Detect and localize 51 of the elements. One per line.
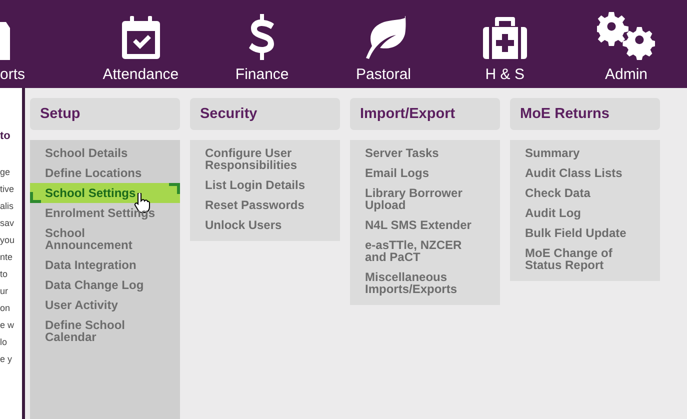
- nav-item[interactable]: H & S: [444, 0, 566, 88]
- nav-item[interactable]: Finance: [201, 0, 323, 88]
- page-text: sav: [0, 218, 14, 228]
- menu-item[interactable]: Audit Class Lists: [510, 163, 660, 183]
- menu-item[interactable]: Email Logs: [350, 163, 500, 183]
- menu-section-header: Import/Export: [350, 98, 500, 130]
- menu-item[interactable]: Miscellaneous Imports/Exports: [350, 267, 500, 299]
- menu-item[interactable]: Library Borrower Upload: [350, 183, 500, 215]
- nav-item[interactable]: orts: [0, 0, 26, 88]
- page-heading: to: [0, 130, 10, 142]
- page-text: you: [0, 235, 15, 245]
- menu-section-header: MoE Returns: [510, 98, 660, 130]
- menu-item[interactable]: School Details: [30, 143, 180, 163]
- calendar-icon: [120, 16, 161, 60]
- dollar-icon: [249, 14, 276, 60]
- menu-item[interactable]: Data Integration: [30, 255, 180, 275]
- menu-item[interactable]: Server Tasks: [350, 143, 500, 163]
- page-text: to: [0, 269, 8, 279]
- menu-item[interactable]: N4L SMS Extender: [350, 215, 500, 235]
- menu-item[interactable]: User Activity: [30, 295, 180, 315]
- menu-item[interactable]: Bulk Field Update: [510, 223, 660, 243]
- menu-item[interactable]: Unlock Users: [190, 215, 340, 235]
- menu-item[interactable]: Reset Passwords: [190, 195, 340, 215]
- page-text: nte: [0, 252, 13, 262]
- page-text: lo: [0, 337, 8, 347]
- menu-item[interactable]: School Announcement: [30, 223, 180, 255]
- nav-item[interactable]: Pastoral: [322, 0, 444, 88]
- menu-item[interactable]: Check Data: [510, 183, 660, 203]
- menu-item[interactable]: Define Locations: [30, 163, 180, 183]
- menu-item[interactable]: Audit Log: [510, 203, 660, 223]
- page-text: e y: [0, 354, 12, 364]
- menu-item[interactable]: List Login Details: [190, 175, 340, 195]
- page-text: on: [0, 303, 10, 313]
- page-text: e w: [0, 320, 14, 330]
- menu-item[interactable]: MoE Change of Status Report: [510, 243, 660, 275]
- medical-kit-icon: [482, 16, 528, 60]
- menu-section-header: Security: [190, 98, 340, 130]
- page-text: alis: [0, 201, 14, 211]
- page-text: ge: [0, 167, 10, 177]
- page-text: tive: [0, 184, 14, 194]
- menu-item[interactable]: Data Change Log: [30, 275, 180, 295]
- nav-item[interactable]: Admin: [566, 0, 687, 88]
- nav-item[interactable]: Attendance: [80, 0, 202, 88]
- gears-icon: [597, 12, 656, 60]
- page-text: ur: [0, 286, 8, 296]
- menu-item[interactable]: Summary: [510, 143, 660, 163]
- menu-item[interactable]: e-asTTle, NZCER and PaCT: [350, 235, 500, 267]
- menu-item[interactable]: Configure User Responsibilities: [190, 143, 340, 175]
- menu-item[interactable]: Define School Calendar: [30, 315, 180, 347]
- menu-item[interactable]: Enrolment Settings: [30, 203, 180, 223]
- menu-section-header: Setup: [30, 98, 180, 130]
